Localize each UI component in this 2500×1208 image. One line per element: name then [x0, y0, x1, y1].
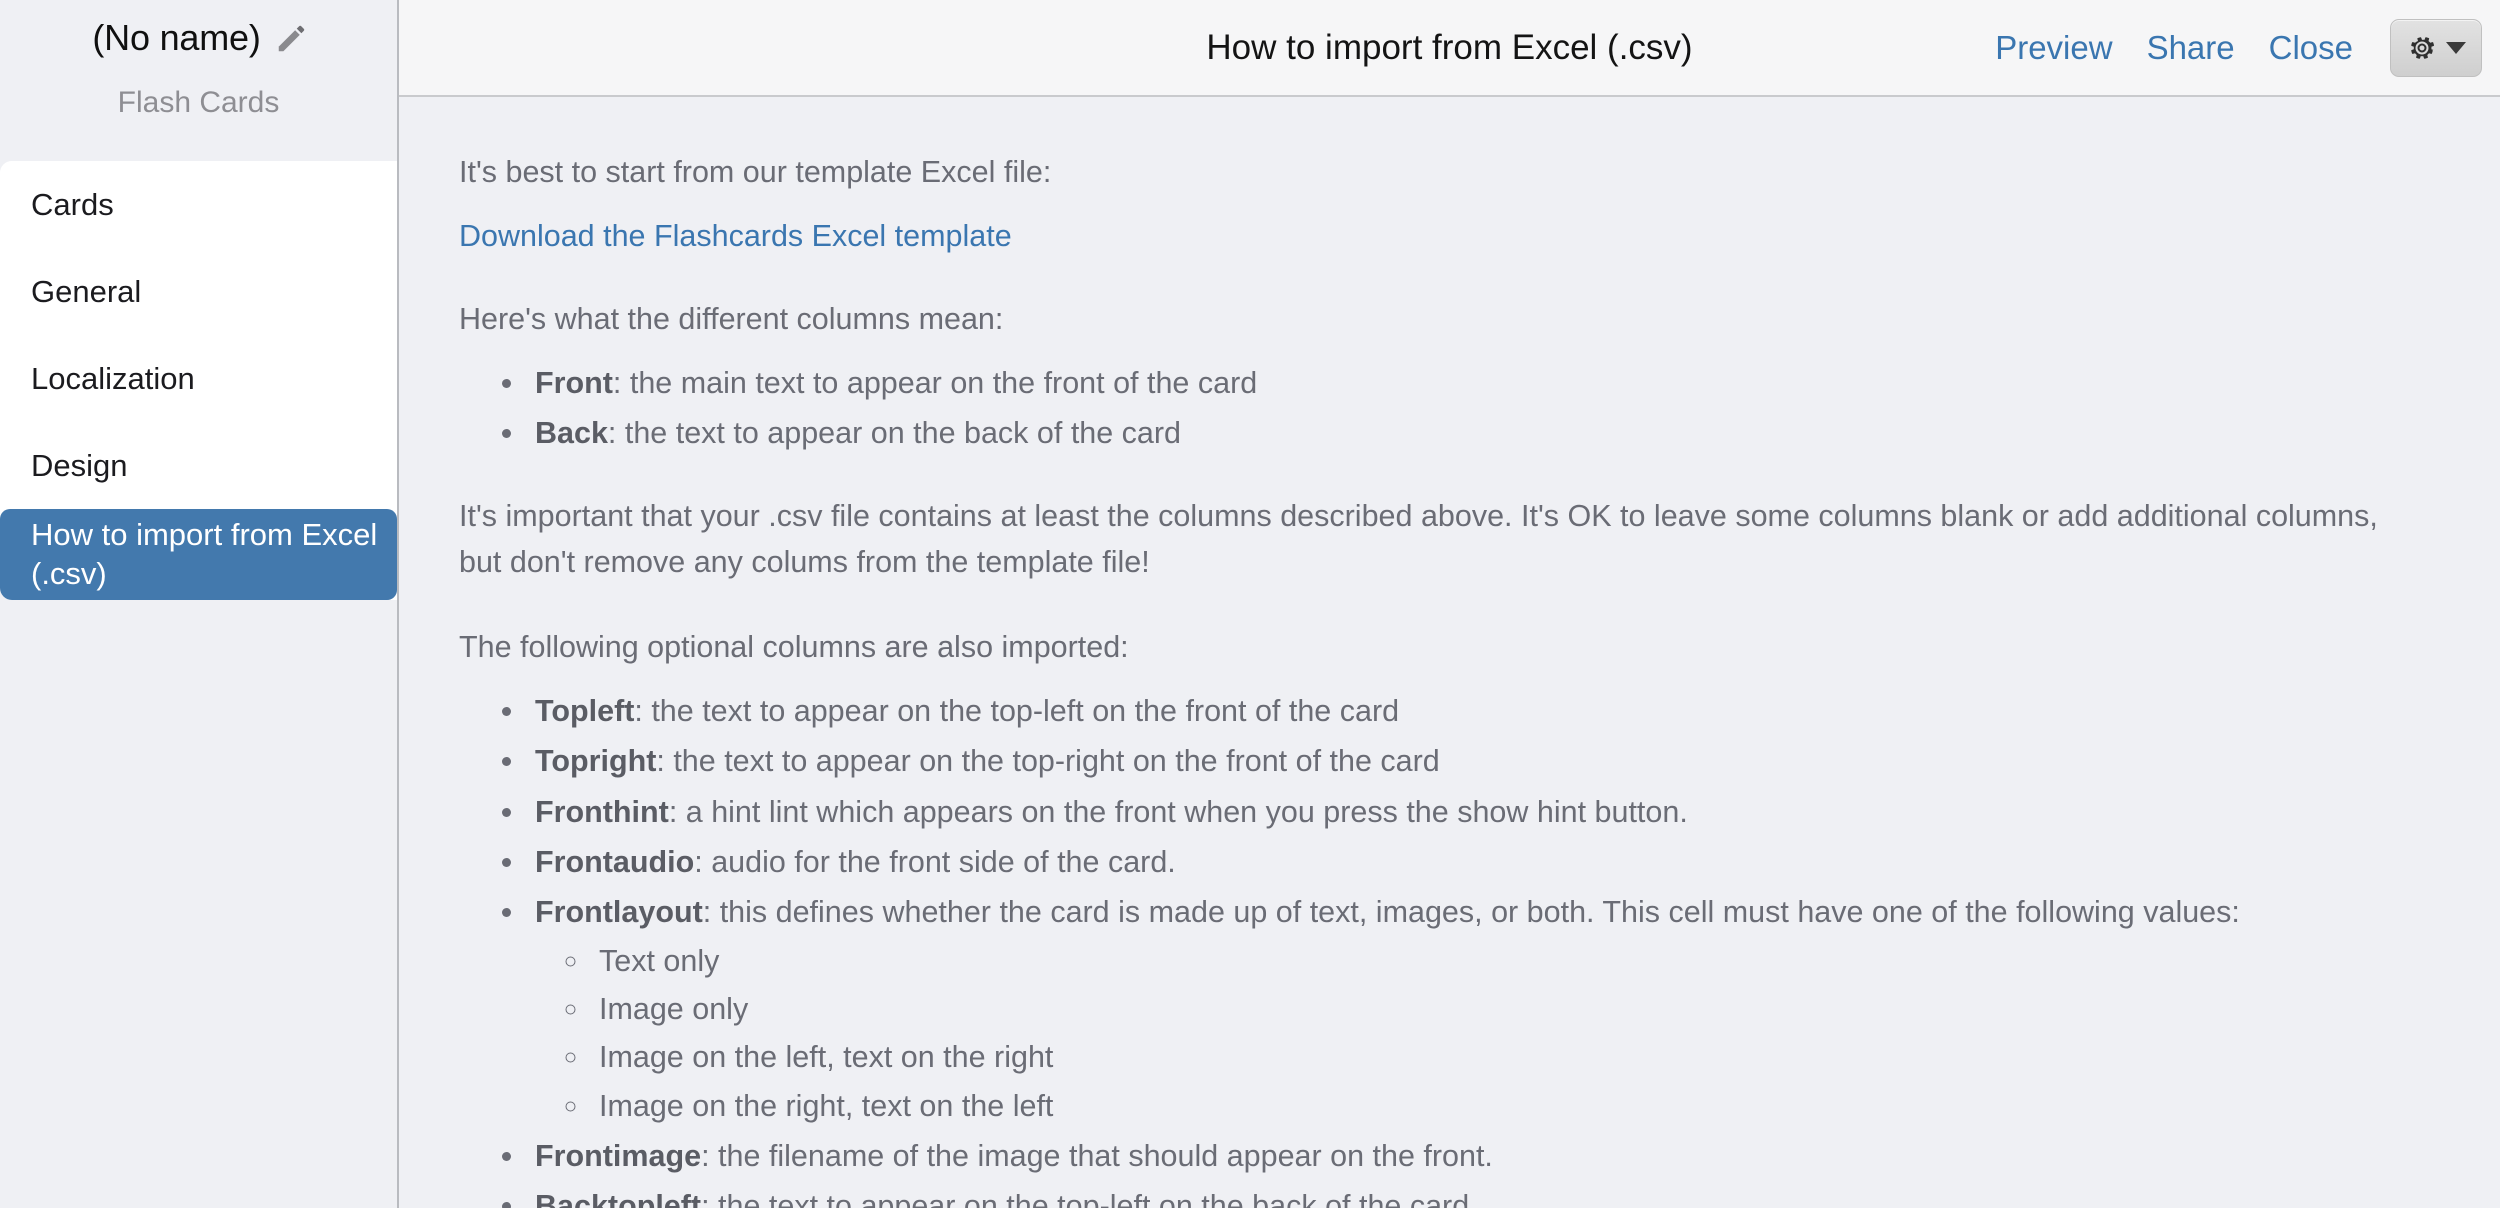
- column-desc: : the text to appear on the top-left on …: [701, 1189, 1470, 1208]
- document-name-row[interactable]: (No name): [92, 10, 304, 66]
- list-item: Front: the main text to appear on the fr…: [527, 360, 2390, 406]
- list-item: Back: the text to appear on the back of …: [527, 410, 2390, 456]
- topbar: How to import from Excel (.csv) Preview …: [399, 0, 2500, 97]
- list-item: Text only: [591, 938, 2390, 984]
- sidebar-item-label: Design: [31, 447, 128, 483]
- sidebar-header: (No name) Flash Cards: [0, 0, 397, 161]
- gear-icon: [2407, 33, 2437, 63]
- list-item: Image on the right, text on the left: [591, 1083, 2390, 1129]
- column-desc: : the filename of the image that should …: [701, 1139, 1493, 1174]
- list-item: Frontlayout: this defines whether the ca…: [527, 889, 2390, 1129]
- sidebar-item-label: Cards: [31, 186, 114, 222]
- sidebar-nav-list: Cards General Localization Design How to…: [0, 161, 397, 600]
- preview-button[interactable]: Preview: [1978, 29, 2129, 67]
- help-document: It's best to start from our template Exc…: [399, 149, 2500, 1208]
- column-desc: : the text to appear on the top-left on …: [634, 693, 1400, 728]
- list-item: Image on the left, text on the right: [591, 1034, 2390, 1080]
- column-term: Fronthint: [535, 794, 669, 829]
- sidebar-item-label: How to import from Excel (.csv): [31, 516, 378, 591]
- document-type-label: Flash Cards: [117, 86, 280, 119]
- optional-columns-list: Topleft: the text to appear on the top-l…: [459, 688, 2390, 1208]
- column-desc: : the main text to appear on the front o…: [612, 366, 1258, 401]
- settings-menu-button[interactable]: [2390, 18, 2482, 77]
- column-term: Back: [535, 416, 608, 451]
- important-note-paragraph: It's important that your .csv file conta…: [459, 498, 2378, 580]
- column-term: Backtopleft: [535, 1189, 702, 1208]
- column-term: Topright: [535, 744, 657, 779]
- list-item: Topright: the text to appear on the top-…: [527, 738, 2390, 784]
- main-panel: How to import from Excel (.csv) Preview …: [399, 0, 2500, 1208]
- list-item: Topleft: the text to appear on the top-l…: [527, 688, 2390, 734]
- column-desc: : a hint lint which appears on the front…: [668, 794, 1688, 829]
- sidebar-item-design[interactable]: Design: [0, 422, 397, 509]
- content-area: It's best to start from our template Exc…: [399, 97, 2500, 1208]
- required-columns-list: Front: the main text to appear on the fr…: [459, 360, 2390, 457]
- sidebar-item-general[interactable]: General: [0, 248, 397, 335]
- close-button[interactable]: Close: [2252, 29, 2370, 67]
- column-term: Front: [535, 366, 613, 401]
- list-item: Backtopleft: the text to appear on the t…: [527, 1183, 2390, 1208]
- intro-paragraph: It's best to start from our template Exc…: [459, 155, 1052, 189]
- column-desc: : the text to appear on the top-right on…: [656, 744, 1440, 779]
- column-term: Frontaudio: [535, 844, 695, 879]
- document-name: (No name): [92, 17, 261, 58]
- sidebar-item-label: General: [31, 273, 142, 309]
- column-desc: : the text to appear on the back of the …: [607, 416, 1182, 451]
- sidebar-item-how-to-import-from-excel[interactable]: How to import from Excel (.csv): [0, 509, 397, 600]
- list-item: Frontimage: the filename of the image th…: [527, 1133, 2390, 1179]
- topbar-actions: Preview Share Close: [1978, 18, 2500, 77]
- columns-heading: Here's what the different columns mean:: [459, 301, 1004, 336]
- chevron-down-icon: [2445, 41, 2466, 54]
- app-window: (No name) Flash Cards Cards General Loca…: [0, 0, 2500, 1208]
- pencil-icon[interactable]: [275, 25, 305, 55]
- download-template-link[interactable]: Download the Flashcards Excel template: [459, 213, 1012, 259]
- sidebar-item-localization[interactable]: Localization: [0, 335, 397, 422]
- list-item: Fronthint: a hint lint which appears on …: [527, 789, 2390, 835]
- column-desc: : audio for the front side of the card.: [694, 844, 1176, 879]
- sidebar: (No name) Flash Cards Cards General Loca…: [0, 0, 399, 1208]
- column-desc: : this defines whether the card is made …: [702, 895, 2240, 930]
- sidebar-item-cards[interactable]: Cards: [0, 161, 397, 248]
- list-item: Image only: [591, 986, 2390, 1032]
- column-term: Frontimage: [535, 1139, 702, 1174]
- column-term: Topleft: [535, 693, 635, 728]
- sidebar-item-label: Localization: [31, 360, 195, 396]
- column-term: Frontlayout: [535, 895, 703, 930]
- list-item: Frontaudio: audio for the front side of …: [527, 839, 2390, 885]
- optional-columns-heading: The following optional columns are also …: [459, 629, 1129, 664]
- frontlayout-values-list: Text only Image only Image on the left, …: [535, 938, 2390, 1129]
- share-button[interactable]: Share: [2130, 29, 2252, 67]
